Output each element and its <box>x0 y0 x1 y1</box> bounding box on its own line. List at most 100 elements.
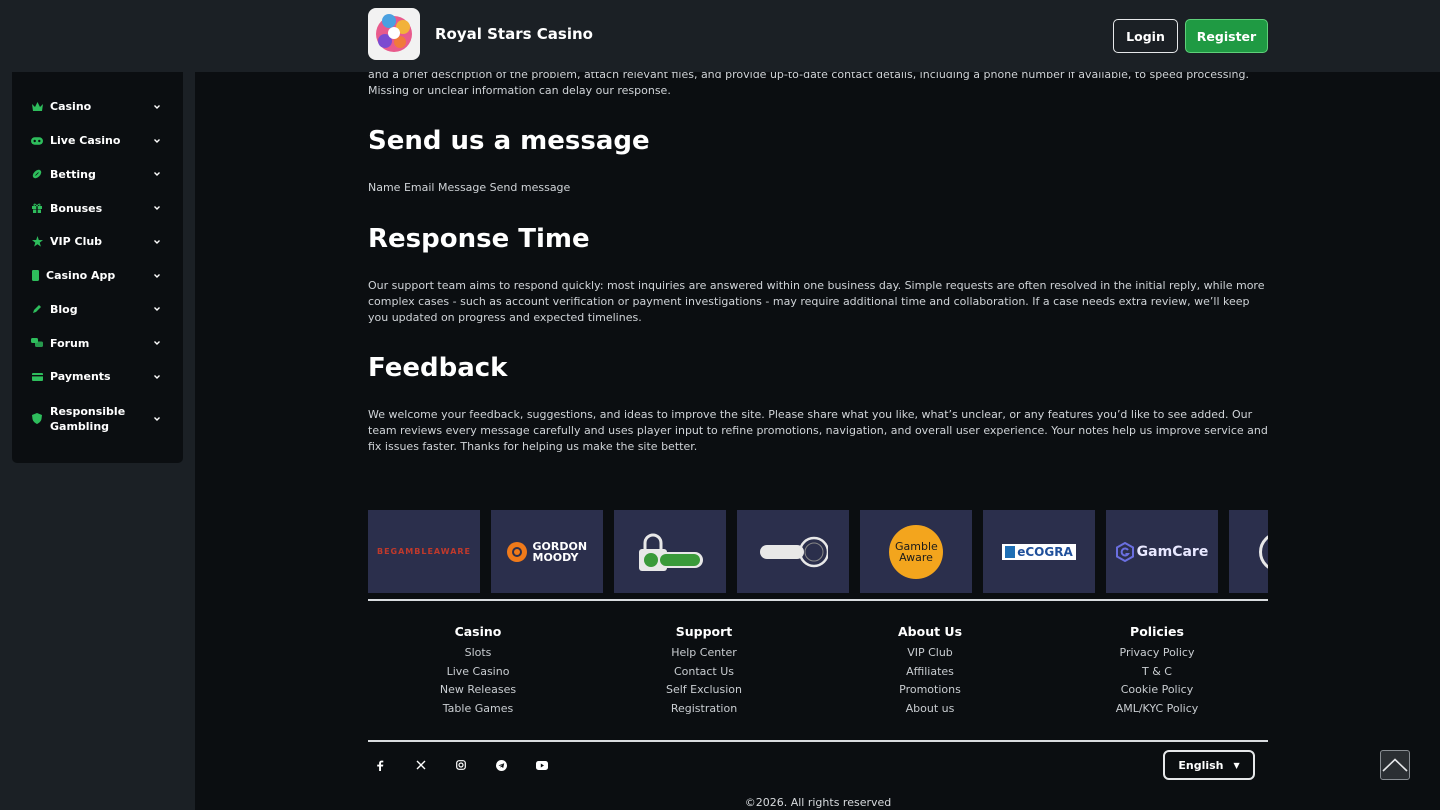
feedback-heading: Feedback <box>368 353 508 383</box>
partner-logo-ecogra[interactable]: eCOGRA <box>983 510 1095 593</box>
partner-logo-text: BEGAMBLEAWARE <box>376 547 472 556</box>
lock-icon <box>639 533 703 571</box>
sidebar-item-forum[interactable]: Forum <box>12 326 183 360</box>
response-time-paragraph: Our support team aims to respond quickly… <box>368 279 1265 324</box>
sidebar-item-label: Betting <box>50 167 96 181</box>
sidebar-item-casino[interactable]: Casino <box>12 90 183 124</box>
sidebar-item-label: Forum <box>50 336 90 350</box>
partner-logo-comodo[interactable] <box>614 510 726 593</box>
footer-link[interactable]: Promotions <box>820 681 1040 700</box>
check-icon <box>1005 545 1016 558</box>
sidebar-item-label: Blog <box>50 302 78 316</box>
footer-column-casino: Casino Slots Live Casino New Releases Ta… <box>368 624 588 719</box>
gamepad-icon <box>31 135 43 147</box>
footer-link[interactable]: Registration <box>594 700 814 719</box>
certified-badge-icon <box>760 536 828 567</box>
ball-icon <box>31 168 43 180</box>
facebook-icon[interactable] <box>372 756 412 774</box>
site-header: Royal Stars Casino Login Register <box>0 0 1440 72</box>
footer-link[interactable]: New Releases <box>368 681 588 700</box>
brand-name[interactable]: Royal Stars Casino <box>435 25 593 43</box>
shield-icon <box>31 413 43 425</box>
partner-logo-text: eCOGRA <box>1017 544 1073 559</box>
gamcare-g-icon <box>1115 541 1134 562</box>
chevron-down-icon[interactable] <box>153 103 161 111</box>
partner-logo-responsible-gaming[interactable] <box>737 510 849 593</box>
footer-link[interactable]: Contact Us <box>594 663 814 682</box>
sidebar-item-payments[interactable]: Payments <box>12 360 183 394</box>
sidebar-item-betting[interactable]: Betting <box>12 158 183 192</box>
footer-column-title: Policies <box>1130 624 1184 639</box>
partial-logo-circle <box>1259 532 1268 572</box>
gift-icon <box>31 202 43 214</box>
footer-divider <box>368 599 1268 601</box>
x-icon[interactable] <box>412 756 452 774</box>
sidebar-item-vip-club[interactable]: VIP Club <box>12 225 183 259</box>
sidebar-item-casino-app[interactable]: Casino App <box>12 259 183 293</box>
sidebar-item-label: VIP Club <box>50 235 103 249</box>
youtube-icon[interactable] <box>532 756 572 774</box>
pencil-icon <box>31 303 43 315</box>
sidebar-item-label: Casino <box>50 100 92 114</box>
chevron-down-icon[interactable] <box>153 137 161 145</box>
telegram-icon[interactable] <box>492 756 532 774</box>
chevron-down-icon[interactable] <box>153 204 161 212</box>
footer-link[interactable]: AML/KYC Policy <box>1047 700 1267 719</box>
response-time-heading: Response Time <box>368 224 590 254</box>
partner-logo-text: GORDON MOODY <box>532 539 588 564</box>
footer-link[interactable]: Affiliates <box>820 663 1040 682</box>
register-button[interactable]: Register <box>1185 19 1268 53</box>
chevron-up-icon <box>1382 758 1408 772</box>
login-button[interactable]: Login <box>1113 19 1178 53</box>
chevron-down-icon[interactable] <box>153 272 161 280</box>
footer-link[interactable]: Cookie Policy <box>1047 681 1267 700</box>
footer-link[interactable]: VIP Club <box>820 644 1040 663</box>
chevron-down-icon[interactable] <box>153 415 161 423</box>
footer-divider-bottom <box>368 740 1268 742</box>
footer-link[interactable]: Privacy Policy <box>1047 644 1267 663</box>
social-links <box>372 756 572 774</box>
footer-link[interactable]: Self Exclusion <box>594 681 814 700</box>
sidebar-item-blog[interactable]: Blog <box>12 293 183 327</box>
card-icon <box>31 371 43 383</box>
chat-icon <box>31 337 43 349</box>
partner-logo-gordon-moody[interactable]: GORDON MOODY <box>491 510 603 593</box>
sidebar-item-bonuses[interactable]: Bonuses <box>12 191 183 225</box>
sidebar-item-label: Live Casino <box>50 134 121 148</box>
partner-logo-gamcare[interactable]: GamCare <box>1106 510 1218 593</box>
sidebar-item-responsible-gambling[interactable]: Responsible Gambling <box>12 394 183 444</box>
crown-icon <box>31 101 43 113</box>
partner-logos-strip: BEGAMBLEAWARE GORDON MOODY Gamble Aware <box>368 510 1268 593</box>
ecogra-badge: eCOGRA <box>1002 543 1076 560</box>
footer-link[interactable]: Slots <box>368 644 588 663</box>
footer-column-title: Support <box>675 624 733 639</box>
footer-link[interactable]: Help Center <box>594 644 814 663</box>
chevron-down-icon[interactable] <box>153 373 161 381</box>
footer-link[interactable]: T & C <box>1047 663 1267 682</box>
partner-logo-gamble-aware[interactable]: Gamble Aware <box>860 510 972 593</box>
footer-column-title: Casino <box>454 624 502 639</box>
language-selector[interactable]: English ▼ <box>1163 750 1255 780</box>
partner-logo-text: GamCare <box>1136 543 1209 560</box>
partner-logo-begambleaware[interactable]: BEGAMBLEAWARE <box>368 510 480 593</box>
chevron-down-icon[interactable] <box>153 339 161 347</box>
partner-logo-partial[interactable] <box>1229 510 1268 593</box>
copyright-text: ©2026. All rights reserved <box>744 796 892 809</box>
footer-column-policies: Policies Privacy Policy T & C Cookie Pol… <box>1047 624 1267 719</box>
contact-form-text[interactable]: Name Email Message Send message <box>368 180 570 196</box>
scroll-to-top-button[interactable] <box>1380 750 1410 780</box>
footer-link[interactable]: Live Casino <box>368 663 588 682</box>
instagram-icon[interactable] <box>452 756 492 774</box>
send-message-heading: Send us a message <box>368 126 650 156</box>
footer-column-about: About Us VIP Club Affiliates Promotions … <box>820 624 1040 719</box>
site-logo[interactable] <box>368 8 420 60</box>
chevron-down-icon[interactable] <box>153 305 161 313</box>
footer-column-title: About Us <box>897 624 963 639</box>
chevron-down-icon[interactable] <box>153 170 161 178</box>
caret-down-icon: ▼ <box>1233 760 1240 770</box>
sidebar-item-live-casino[interactable]: Live Casino <box>12 124 183 158</box>
chevron-down-icon[interactable] <box>153 238 161 246</box>
footer-link[interactable]: About us <box>820 700 1040 719</box>
footer-link[interactable]: Table Games <box>368 700 588 719</box>
sidebar-item-label: Responsible Gambling <box>50 404 126 433</box>
